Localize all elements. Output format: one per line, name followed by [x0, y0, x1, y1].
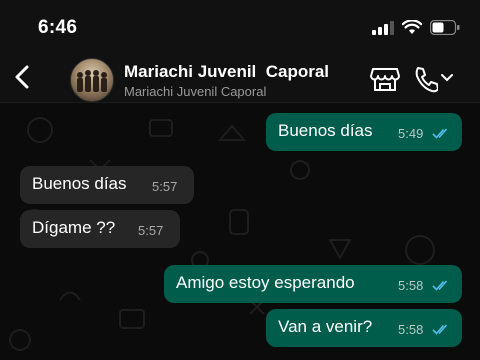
- cellular-signal-icon: [372, 20, 394, 35]
- chat-title[interactable]: Mariachi Juvenil Caporal: [124, 62, 329, 82]
- message-time: 5:58: [398, 322, 424, 337]
- message-bubble[interactable]: Buenos días 5:57: [20, 166, 194, 204]
- message-text: Dígame ??: [32, 218, 116, 237]
- double-check-icon: [432, 324, 448, 335]
- message-bubble[interactable]: Amigo estoy esperando 5:58: [164, 265, 462, 303]
- message-time: 5:57: [138, 223, 164, 238]
- status-time: 6:46: [38, 17, 78, 38]
- message-text: Amigo estoy esperando: [176, 273, 355, 292]
- message-bubble[interactable]: Van a venir? 5:58: [266, 309, 462, 347]
- chat-header: Mariachi Juvenil Caporal Mariachi Juveni…: [0, 52, 480, 103]
- message-text: Buenos días: [32, 174, 127, 193]
- message-time: 5:57: [152, 179, 178, 194]
- back-arrow-icon[interactable]: [12, 64, 34, 90]
- message-text: Van a venir?: [278, 317, 373, 336]
- chat-subtitle: Mariachi Juvenil Caporal: [124, 84, 267, 99]
- double-check-icon: [432, 280, 448, 291]
- avatar[interactable]: [70, 58, 114, 102]
- phone-icon[interactable]: [412, 65, 438, 93]
- message-bubble[interactable]: Buenos días 5:49: [266, 113, 462, 151]
- status-icons: [372, 20, 460, 35]
- message-time: 5:58: [398, 278, 424, 293]
- message-text: Buenos días: [278, 121, 373, 140]
- battery-icon: [430, 20, 460, 35]
- group-photo-icon: [77, 70, 107, 92]
- chevron-down-icon[interactable]: [440, 72, 454, 84]
- message-time: 5:49: [398, 126, 424, 141]
- wifi-icon: [402, 20, 422, 34]
- double-check-icon: [432, 128, 448, 139]
- message-bubble[interactable]: Dígame ?? 5:57: [20, 210, 180, 248]
- status-bar: 6:46: [0, 0, 480, 52]
- storefront-icon[interactable]: [370, 65, 400, 93]
